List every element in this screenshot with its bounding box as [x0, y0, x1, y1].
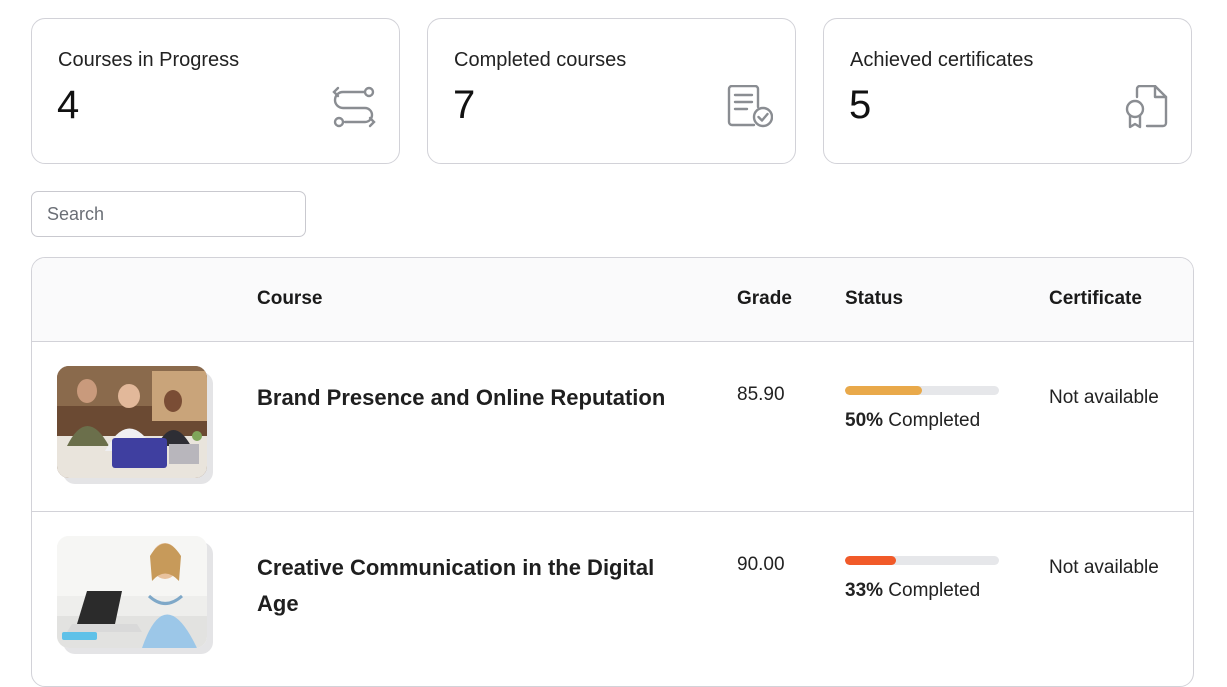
progress-percent: 33%: [845, 580, 884, 601]
progress-percent: 50%: [845, 410, 884, 431]
course-thumbnail[interactable]: [57, 536, 207, 648]
progress-route-icon: [332, 86, 376, 128]
course-title[interactable]: Creative Communication in the Digital Ag…: [257, 550, 677, 622]
table-header: Course Grade Status Certificate: [32, 258, 1193, 342]
certificate-status: Not available: [1049, 387, 1159, 408]
progress-label: Completed: [883, 410, 981, 431]
stat-card-title: Achieved certificates: [850, 49, 1034, 71]
search-input[interactable]: [31, 191, 306, 237]
courses-table: Course Grade Status Certificate Brand Pr…: [31, 257, 1194, 687]
progress-status: 33% Completed: [845, 580, 980, 602]
stat-card-title: Completed courses: [454, 49, 627, 71]
progress-bar: [845, 386, 999, 395]
certificate-status: Not available: [1049, 557, 1159, 578]
certificate-icon: [1125, 85, 1168, 129]
column-header-course: Course: [257, 288, 323, 309]
column-header-grade: Grade: [737, 288, 792, 309]
progress-status: 50% Completed: [845, 410, 980, 432]
column-header-certificate: Certificate: [1049, 288, 1142, 309]
table-row[interactable]: Creative Communication in the Digital Ag…: [32, 512, 1193, 682]
progress-bar-fill: [845, 556, 896, 565]
stat-card-courses-in-progress: Courses in Progress 4: [31, 18, 400, 164]
stat-card-value: 5: [849, 83, 872, 127]
stat-card-achieved-certificates: Achieved certificates 5: [823, 18, 1192, 164]
stat-card-title: Courses in Progress: [58, 49, 240, 71]
table-row[interactable]: Brand Presence and Online Reputation 85.…: [32, 342, 1193, 512]
progress-label: Completed: [883, 580, 981, 601]
progress-bar: [845, 556, 999, 565]
course-grade: 90.00: [737, 554, 785, 575]
progress-bar-fill: [845, 386, 922, 395]
course-thumbnail-image: [57, 536, 207, 648]
course-grade: 85.90: [737, 384, 785, 405]
course-thumbnail[interactable]: [57, 366, 207, 478]
completed-document-icon: [727, 85, 773, 128]
stat-card-value: 7: [453, 83, 476, 127]
course-thumbnail-image: [57, 366, 207, 478]
stat-card-completed-courses: Completed courses 7: [427, 18, 796, 164]
course-title[interactable]: Brand Presence and Online Reputation: [257, 380, 677, 416]
column-header-status: Status: [845, 288, 904, 309]
stat-card-value: 4: [57, 83, 80, 127]
